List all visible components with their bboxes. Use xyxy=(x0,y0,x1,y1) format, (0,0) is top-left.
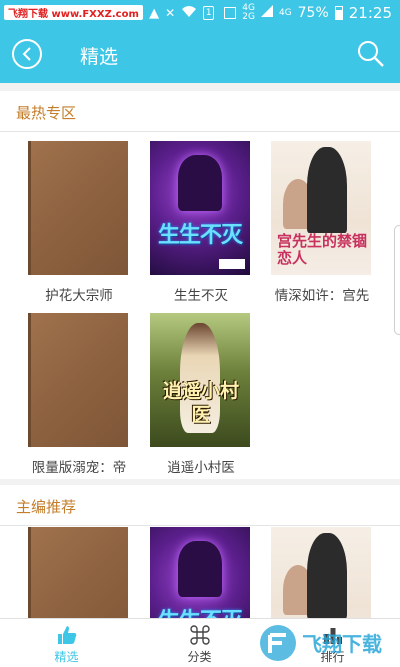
clock: 21:25 xyxy=(348,4,392,22)
book-cover[interactable]: 逍遥小村医 xyxy=(150,313,250,447)
watermark-badge: 飞翔下载 www.FXXZ.com xyxy=(4,5,143,20)
content-area[interactable]: 最热专区 护花大宗师 生生不灭 生生不灭 宫先生的禁锢恋人 情深如许：宫先 限量 xyxy=(0,83,400,618)
status-bar: 飞翔下载 www.FXXZ.com ▲ ✕ 1 4G 2G 4G 75% 21:… xyxy=(0,0,400,26)
side-drawer-handle[interactable] xyxy=(394,225,400,335)
book-cover[interactable] xyxy=(28,527,128,618)
book-cover[interactable] xyxy=(28,313,128,447)
book-title[interactable]: 情深如许：宫先 xyxy=(261,284,383,304)
section-editor-picks: 主编推荐 生生不灭 xyxy=(0,485,400,618)
network-type-2: 4G xyxy=(278,7,292,18)
watermark-logo: 飞翔下载 xyxy=(256,621,396,665)
cover-art xyxy=(178,155,222,211)
notification-icon: ▲ xyxy=(149,5,160,21)
network-type: 4G 2G xyxy=(242,3,255,22)
book-cover[interactable] xyxy=(271,527,371,618)
watermark-text: 飞翔下载 www.FXXZ.com xyxy=(8,9,139,20)
command-icon xyxy=(190,625,210,645)
book-title[interactable]: 生生不灭 xyxy=(140,284,262,304)
cover-text: 宫先生的禁锢恋人 xyxy=(277,232,368,267)
status-icons: ▲ ✕ 1 4G 2G 4G 75% 21:25 xyxy=(149,3,392,23)
signal-icon xyxy=(260,5,273,21)
tab-category[interactable]: 分类 xyxy=(133,619,266,667)
battery-icon xyxy=(334,6,343,20)
book-cover[interactable]: 宫先生的禁锢恋人 xyxy=(271,141,371,275)
cover-text: 生生不灭 xyxy=(157,223,243,248)
battery-percent: 75% xyxy=(297,5,329,21)
book-title[interactable]: 护花大宗师 xyxy=(18,284,140,304)
section-divider xyxy=(0,525,400,526)
section-title: 最热专区 xyxy=(16,104,77,122)
book-title[interactable]: 限量版溺宠：帝 xyxy=(18,456,140,476)
sim-icon: 1 xyxy=(203,6,215,20)
bottom-tab-bar: 精选 分类 排行 飞翔下载 xyxy=(0,618,400,667)
app-bar: 精选 xyxy=(0,26,400,83)
book-cover[interactable]: 生生不灭 xyxy=(150,141,250,275)
cover-art xyxy=(178,541,222,597)
thumbs-up-icon xyxy=(58,626,77,644)
svg-text:飞翔下载: 飞翔下载 xyxy=(302,632,382,656)
wifi-icon xyxy=(181,4,197,22)
search-button[interactable] xyxy=(356,39,386,69)
cover-text: 生生不灭 xyxy=(150,603,250,618)
publisher-badge xyxy=(219,259,245,269)
cover-art xyxy=(307,533,347,618)
page-title: 精选 xyxy=(80,46,119,68)
tab-featured[interactable]: 精选 xyxy=(0,619,133,667)
book-cover[interactable] xyxy=(28,141,128,275)
cover-art xyxy=(307,147,347,233)
search-icon xyxy=(358,41,384,67)
screenshot-icon xyxy=(224,7,237,19)
section-hot: 最热专区 护花大宗师 生生不灭 生生不灭 宫先生的禁锢恋人 情深如许：宫先 限量 xyxy=(0,91,400,479)
chevron-left-icon xyxy=(22,47,31,61)
tab-label: 精选 xyxy=(54,650,79,664)
section-title: 主编推荐 xyxy=(16,498,77,516)
tab-label: 分类 xyxy=(187,650,212,664)
book-cover[interactable]: 生生不灭 xyxy=(150,527,250,618)
mute-icon: ✕ xyxy=(165,6,176,20)
section-divider xyxy=(0,131,400,132)
book-title[interactable]: 逍遥小村医 xyxy=(140,456,262,476)
cover-text: 逍遥小村医 xyxy=(162,380,239,426)
back-button[interactable] xyxy=(12,39,42,69)
